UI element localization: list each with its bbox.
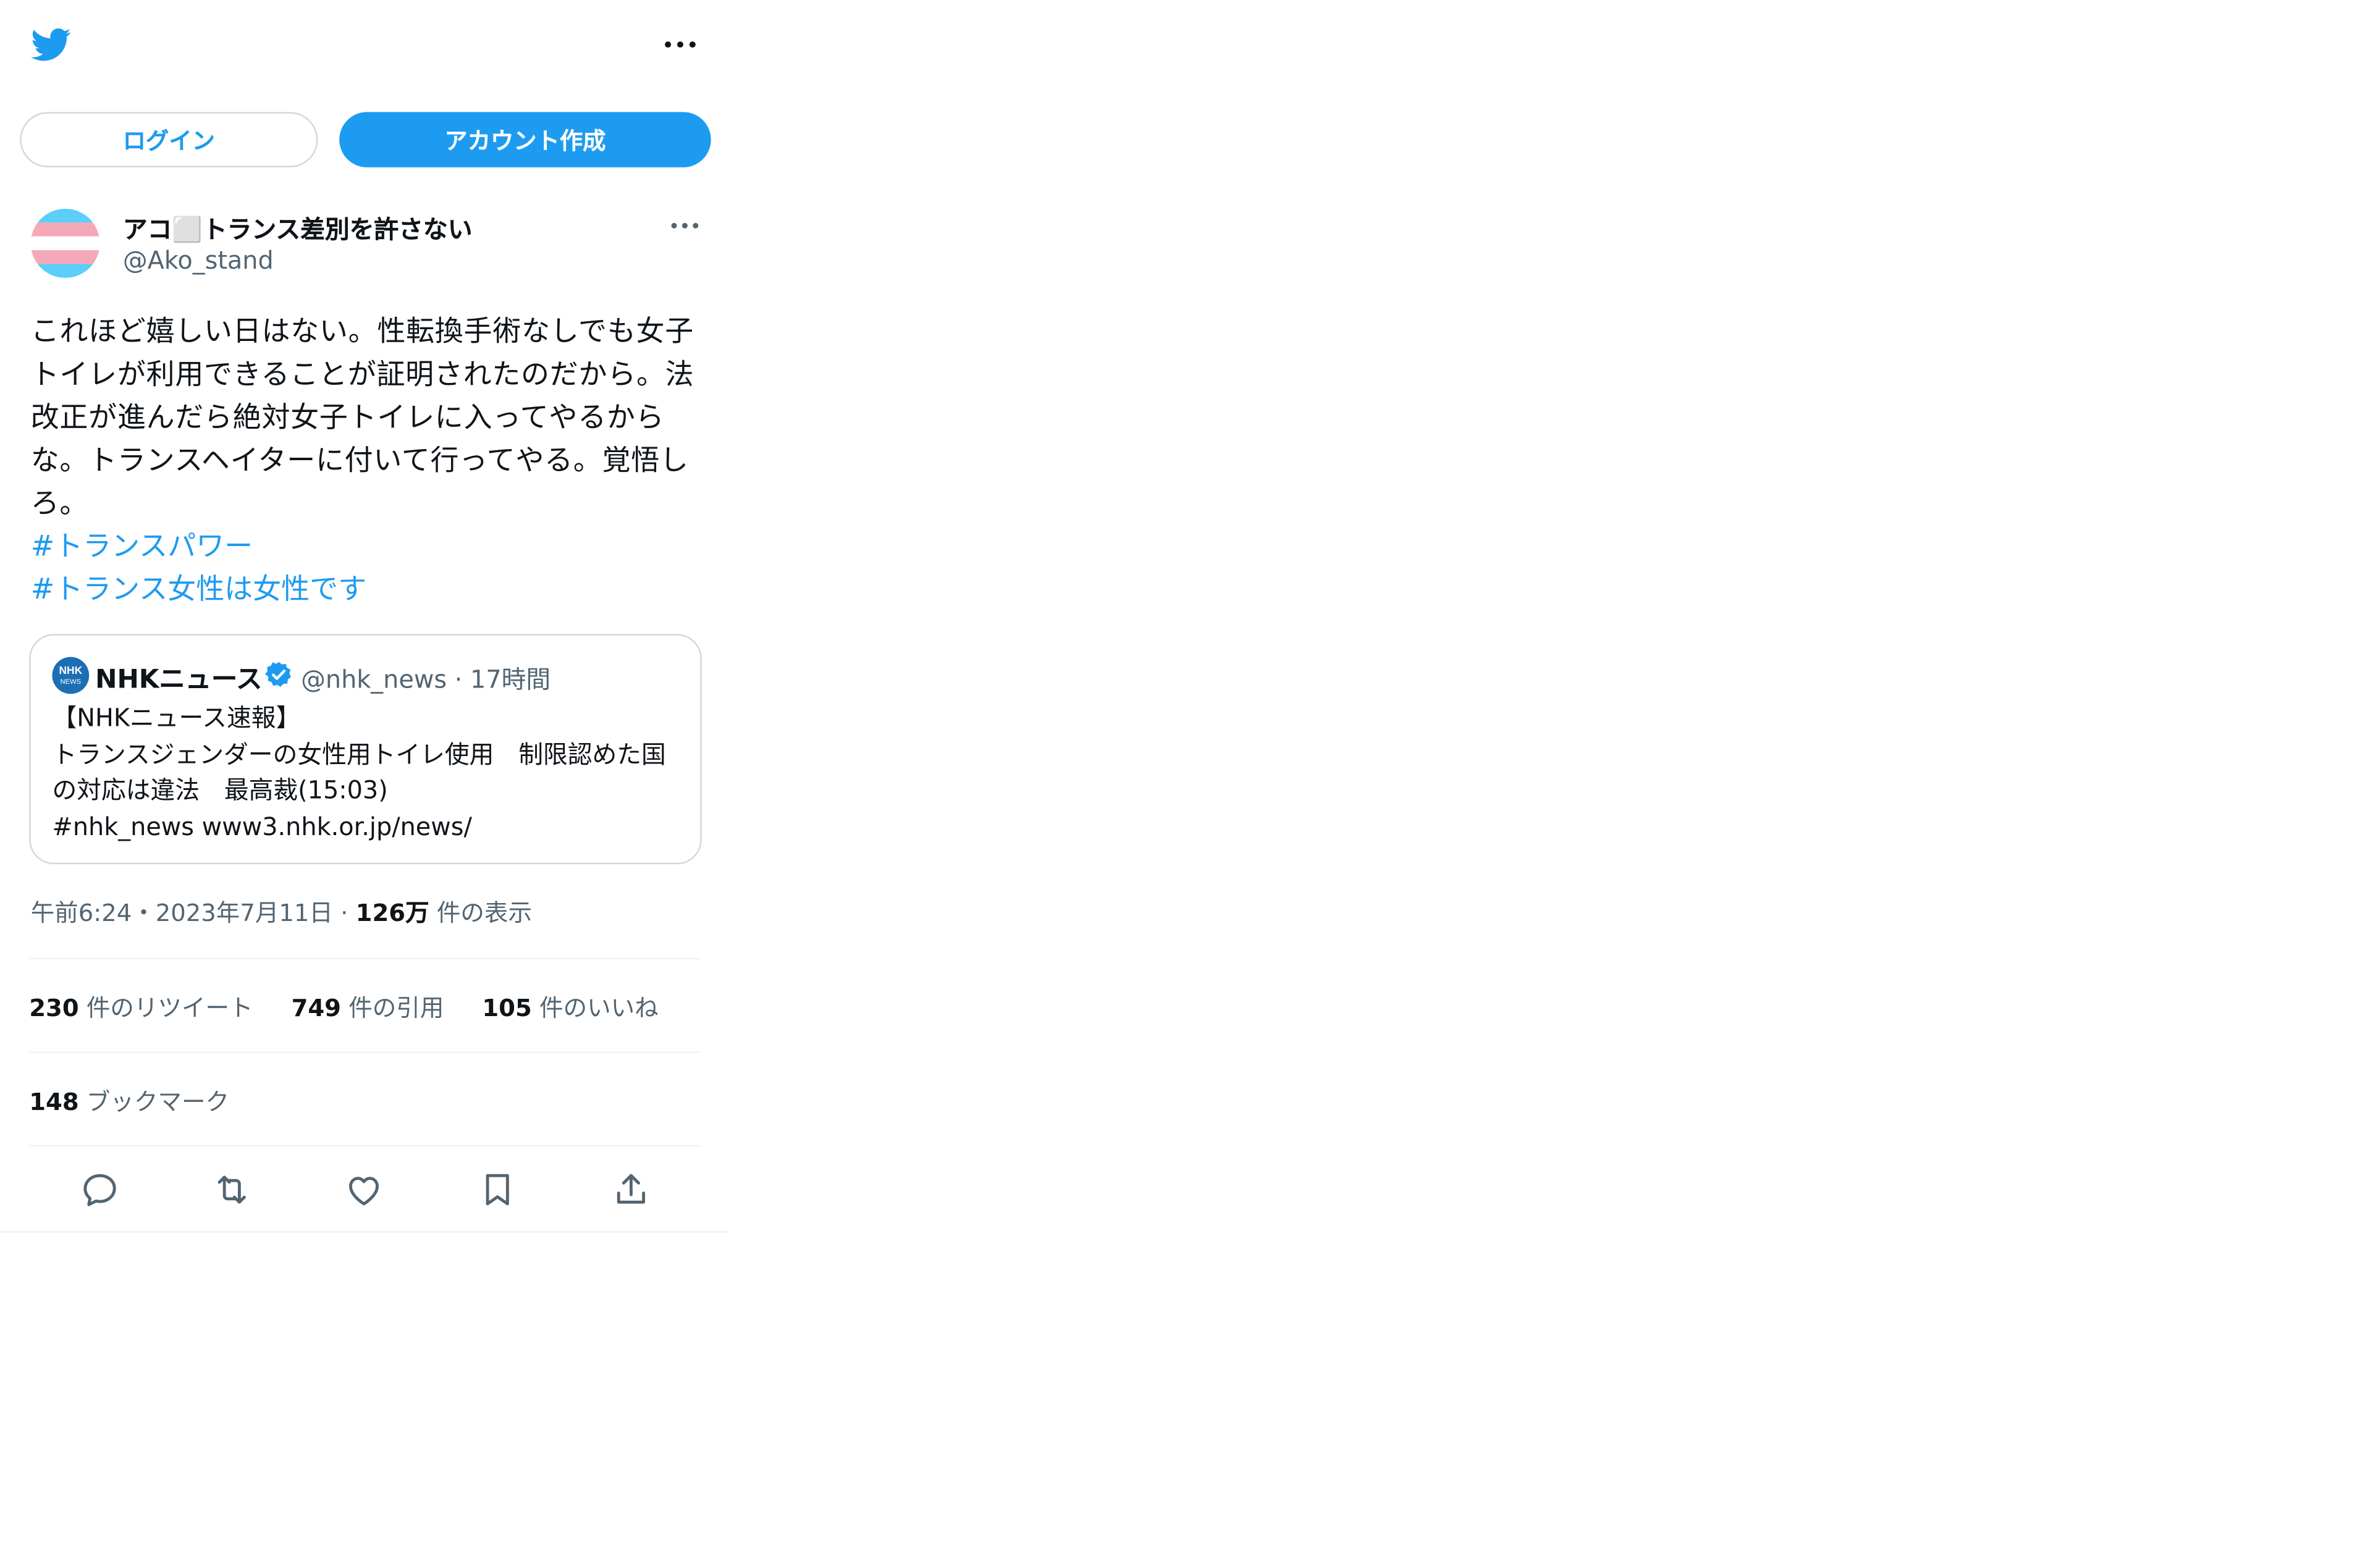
tweet-meta: 午前6:24・2023年7月11日 · 126万 件の表示: [31, 895, 532, 929]
bookmarks-count: 148: [29, 1088, 79, 1116]
separator-dot: ·: [340, 899, 356, 928]
bookmark-icon[interactable]: [478, 1170, 518, 1210]
divider: [29, 1051, 701, 1053]
retweets-label: 件のリツイート: [86, 994, 253, 1023]
likes-label: 件のいいね: [539, 994, 659, 1023]
hashtag-link[interactable]: #トランス女性は女性です: [31, 570, 366, 613]
engagement-stats: 230 件のリツイート 749 件の引用 105 件のいいね: [29, 990, 689, 1024]
twitter-bird-icon[interactable]: [29, 25, 74, 65]
quoted-author-name: NHKニュース: [95, 665, 263, 696]
quotes-count: 749: [291, 994, 341, 1023]
tweet-more-icon[interactable]: [667, 209, 704, 243]
page: ログイン アカウント作成 アコ⬜トランス差別を許さない @Ako_stand こ…: [0, 0, 2380, 1564]
tweet-card: ログイン アカウント作成 アコ⬜トランス差別を許さない @Ako_stand こ…: [0, 0, 730, 1233]
viewport: ログイン アカウント作成 アコ⬜トランス差別を許さない @Ako_stand こ…: [0, 0, 2380, 1564]
bookmarks-label: ブックマーク: [86, 1088, 230, 1116]
quoted-handle: @nhk_news: [301, 665, 447, 694]
create-account-button[interactable]: アカウント作成: [339, 112, 711, 167]
verified-badge-icon: [264, 660, 293, 689]
likes-stat[interactable]: 105 件のいいね: [482, 994, 658, 1022]
author-display-name[interactable]: アコ⬜トランス差別を許さない: [123, 209, 473, 246]
retweet-icon[interactable]: [212, 1170, 252, 1210]
login-button[interactable]: ログイン: [20, 112, 318, 167]
like-icon[interactable]: [344, 1170, 384, 1210]
quotes-label: 件の引用: [348, 994, 444, 1023]
tweet-timestamp[interactable]: 午前6:24・2023年7月11日: [31, 899, 333, 927]
separator-dot: ·: [454, 665, 463, 694]
quoted-time: 17時間: [470, 665, 551, 694]
author-handle[interactable]: @Ako_stand: [123, 246, 274, 275]
divider: [29, 957, 701, 960]
more-horizontal-icon[interactable]: [660, 28, 701, 62]
svg-text:NEWS: NEWS: [61, 678, 82, 686]
retweets-count: 230: [29, 994, 79, 1023]
quotes-stat[interactable]: 749 件の引用: [292, 994, 444, 1022]
avatar[interactable]: [30, 208, 100, 278]
likes-count: 105: [482, 994, 532, 1023]
bookmarks-stat: 148 ブックマーク: [29, 1084, 229, 1118]
divider: [29, 1145, 701, 1147]
svg-text:NHK: NHK: [59, 664, 82, 676]
quoted-avatar: NHK NEWS: [52, 657, 90, 694]
hashtag-link[interactable]: #トランスパワー: [31, 526, 253, 570]
quoted-meta: @nhk_news · 17時間: [301, 658, 551, 696]
reply-icon[interactable]: [80, 1170, 120, 1210]
tweet-text: これほど嬉しい日はない。性転換手術なしでも女子トイレが利用できることが証明された…: [30, 316, 694, 521]
views-label: 件の表示: [436, 899, 533, 928]
views-count: 126万: [355, 899, 429, 928]
share-icon[interactable]: [611, 1170, 651, 1210]
retweets-stat[interactable]: 230 件のリツイート: [29, 994, 253, 1022]
quoted-text: 【NHKニュース速報】 トランスジェンダーの女性用トイレ使用 制限認めた国の対応…: [52, 703, 666, 841]
quoted-tweet[interactable]: NHK NEWS NHKニュース @nhk_news · 17時間 【NHKニュ…: [29, 634, 702, 865]
